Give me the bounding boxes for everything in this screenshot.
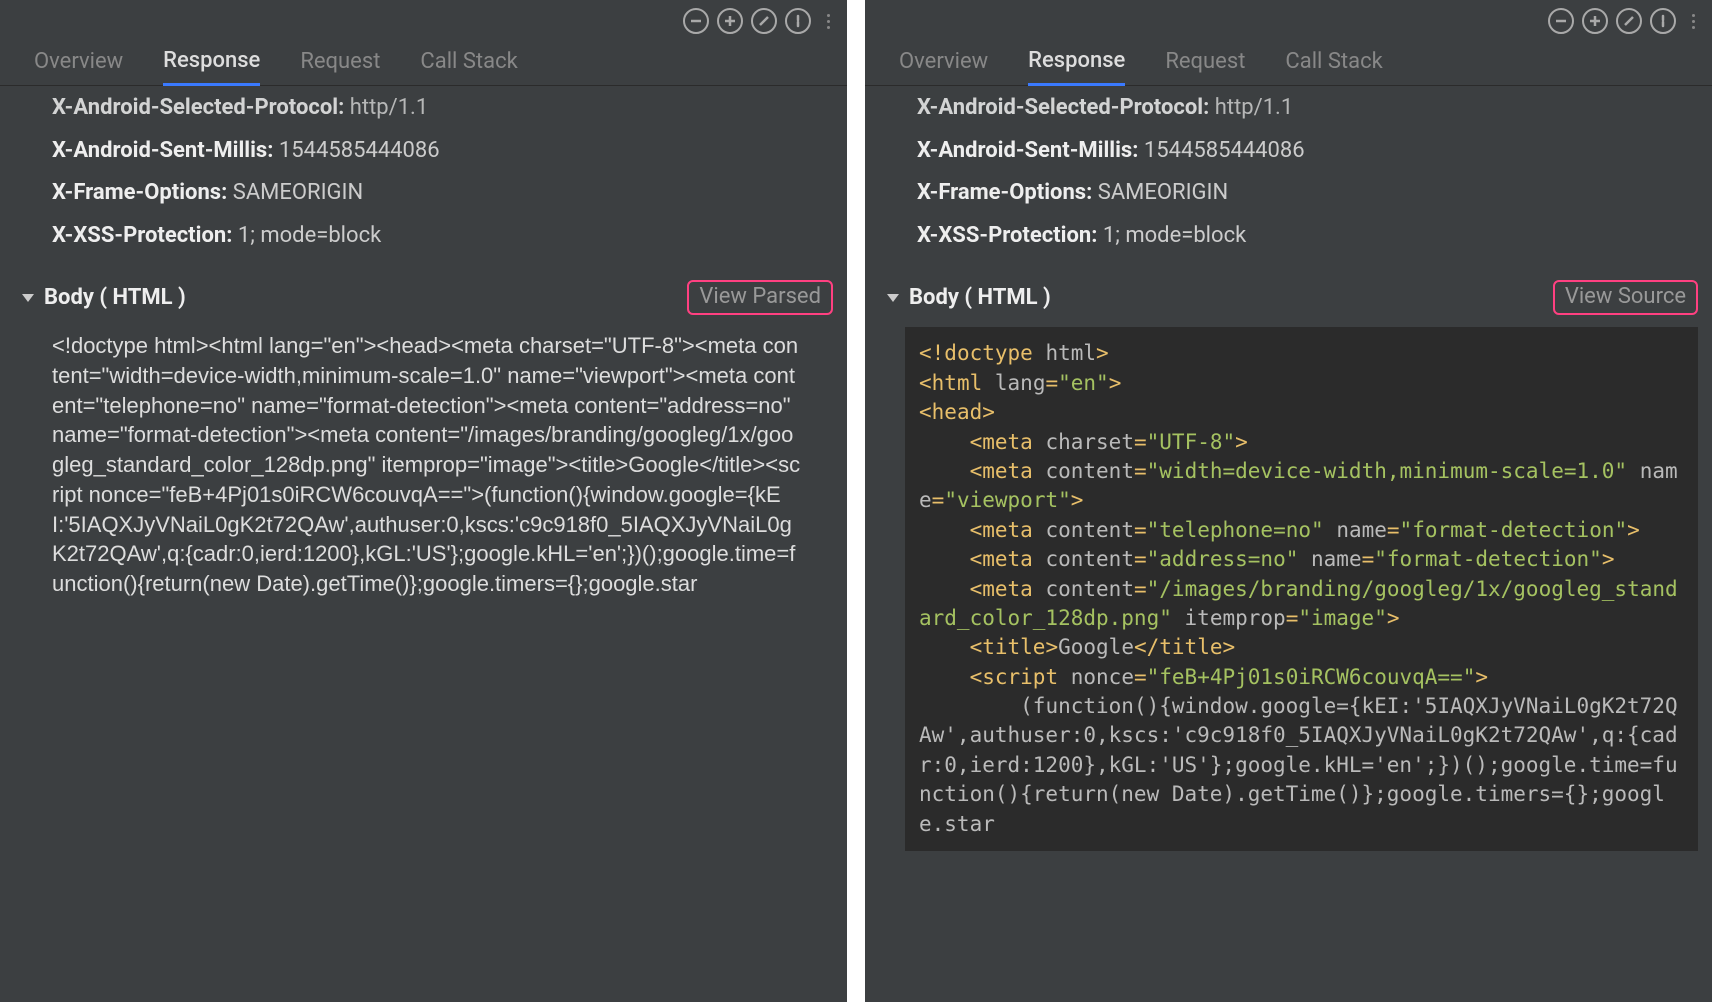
code-line: <!doctype html>: [919, 339, 1684, 368]
toolbar: [0, 0, 847, 42]
header-row: X-Frame-Options: SAMEORIGIN: [52, 179, 807, 208]
header-key: X-XSS-Protection:: [52, 223, 238, 248]
header-value: SAMEORIGIN: [1098, 180, 1228, 205]
code-line: <html lang="en">: [919, 369, 1684, 398]
response-headers-right: X-Android-Selected-Protocol: http/1.1X-A…: [865, 86, 1712, 274]
header-row: X-XSS-Protection: 1; mode=block: [52, 222, 807, 251]
header-key: X-Android-Selected-Protocol:: [917, 95, 1215, 120]
cycle-icon[interactable]: [1650, 8, 1676, 34]
header-row: X-Frame-Options: SAMEORIGIN: [917, 179, 1672, 208]
header-key: X-Android-Sent-Millis:: [917, 138, 1144, 163]
slash-icon[interactable]: [1616, 8, 1642, 34]
header-value: 1; mode=block: [1103, 223, 1246, 248]
view-source-button[interactable]: View Source: [1553, 280, 1698, 315]
header-row: X-Android-Sent-Millis: 1544585444086: [917, 137, 1672, 166]
header-value: SAMEORIGIN: [233, 180, 363, 205]
response-body-raw: <!doctype html><html lang="en"><head><me…: [0, 321, 847, 608]
tab-overview[interactable]: Overview: [34, 43, 123, 84]
chevron-down-icon[interactable]: [22, 294, 34, 302]
code-line: <meta charset="UTF-8">: [919, 428, 1684, 457]
header-key: X-Android-Sent-Millis:: [52, 138, 279, 163]
header-row: X-Android-Selected-Protocol: http/1.1: [917, 94, 1672, 123]
network-panel-source: Overview Response Request Call Stack X-A…: [0, 0, 847, 1002]
minus-icon[interactable]: [1548, 8, 1574, 34]
code-line: <title>Google</title>: [919, 633, 1684, 662]
tab-request[interactable]: Request: [300, 43, 380, 84]
code-line: <meta content="telephone=no" name="forma…: [919, 516, 1684, 545]
header-value: 1544585444086: [279, 138, 440, 163]
view-parsed-button[interactable]: View Parsed: [687, 280, 833, 315]
code-line: <meta content="width=device-width,minimu…: [919, 457, 1684, 516]
panel-divider: [847, 0, 865, 1002]
tab-bar: Overview Response Request Call Stack: [0, 42, 847, 86]
tab-callstack[interactable]: Call Stack: [420, 43, 517, 84]
response-body-parsed: <!doctype html><html lang="en"><head> <m…: [905, 327, 1698, 851]
chevron-down-icon[interactable]: [887, 294, 899, 302]
plus-icon[interactable]: [717, 8, 743, 34]
slash-icon[interactable]: [751, 8, 777, 34]
tab-overview[interactable]: Overview: [899, 43, 988, 84]
code-line: <meta content="/images/branding/googleg/…: [919, 575, 1684, 634]
more-icon[interactable]: [823, 8, 833, 34]
tab-callstack[interactable]: Call Stack: [1285, 43, 1382, 84]
header-value: http/1.1: [1215, 95, 1293, 120]
code-line: <meta content="address=no" name="format-…: [919, 545, 1684, 574]
code-line: <script nonce="feB+4Pj01s0iRCW6couvqA=="…: [919, 663, 1684, 692]
header-row: X-XSS-Protection: 1; mode=block: [917, 222, 1672, 251]
code-line: (function(){window.google={kEI:'5IAQXJyV…: [919, 692, 1684, 839]
header-key: X-Frame-Options:: [917, 180, 1098, 205]
tab-bar: Overview Response Request Call Stack: [865, 42, 1712, 86]
toolbar: [865, 0, 1712, 42]
header-value: 1; mode=block: [238, 223, 381, 248]
header-key: X-XSS-Protection:: [917, 223, 1103, 248]
body-section-label: Body ( HTML ): [909, 285, 1051, 310]
cycle-icon[interactable]: [785, 8, 811, 34]
response-headers-left: X-Android-Selected-Protocol: http/1.1X-A…: [0, 86, 847, 274]
header-row: X-Android-Selected-Protocol: http/1.1: [52, 94, 807, 123]
code-line: <head>: [919, 398, 1684, 427]
more-icon[interactable]: [1688, 8, 1698, 34]
minus-icon[interactable]: [683, 8, 709, 34]
header-value: http/1.1: [350, 95, 428, 120]
network-panel-parsed: Overview Response Request Call Stack X-A…: [865, 0, 1712, 1002]
header-key: X-Android-Selected-Protocol:: [52, 95, 350, 120]
tab-response[interactable]: Response: [1028, 42, 1125, 86]
tab-response[interactable]: Response: [163, 42, 260, 86]
tab-request[interactable]: Request: [1165, 43, 1245, 84]
header-key: X-Frame-Options:: [52, 180, 233, 205]
body-section-label: Body ( HTML ): [44, 285, 186, 310]
header-row: X-Android-Sent-Millis: 1544585444086: [52, 137, 807, 166]
plus-icon[interactable]: [1582, 8, 1608, 34]
header-value: 1544585444086: [1144, 138, 1305, 163]
